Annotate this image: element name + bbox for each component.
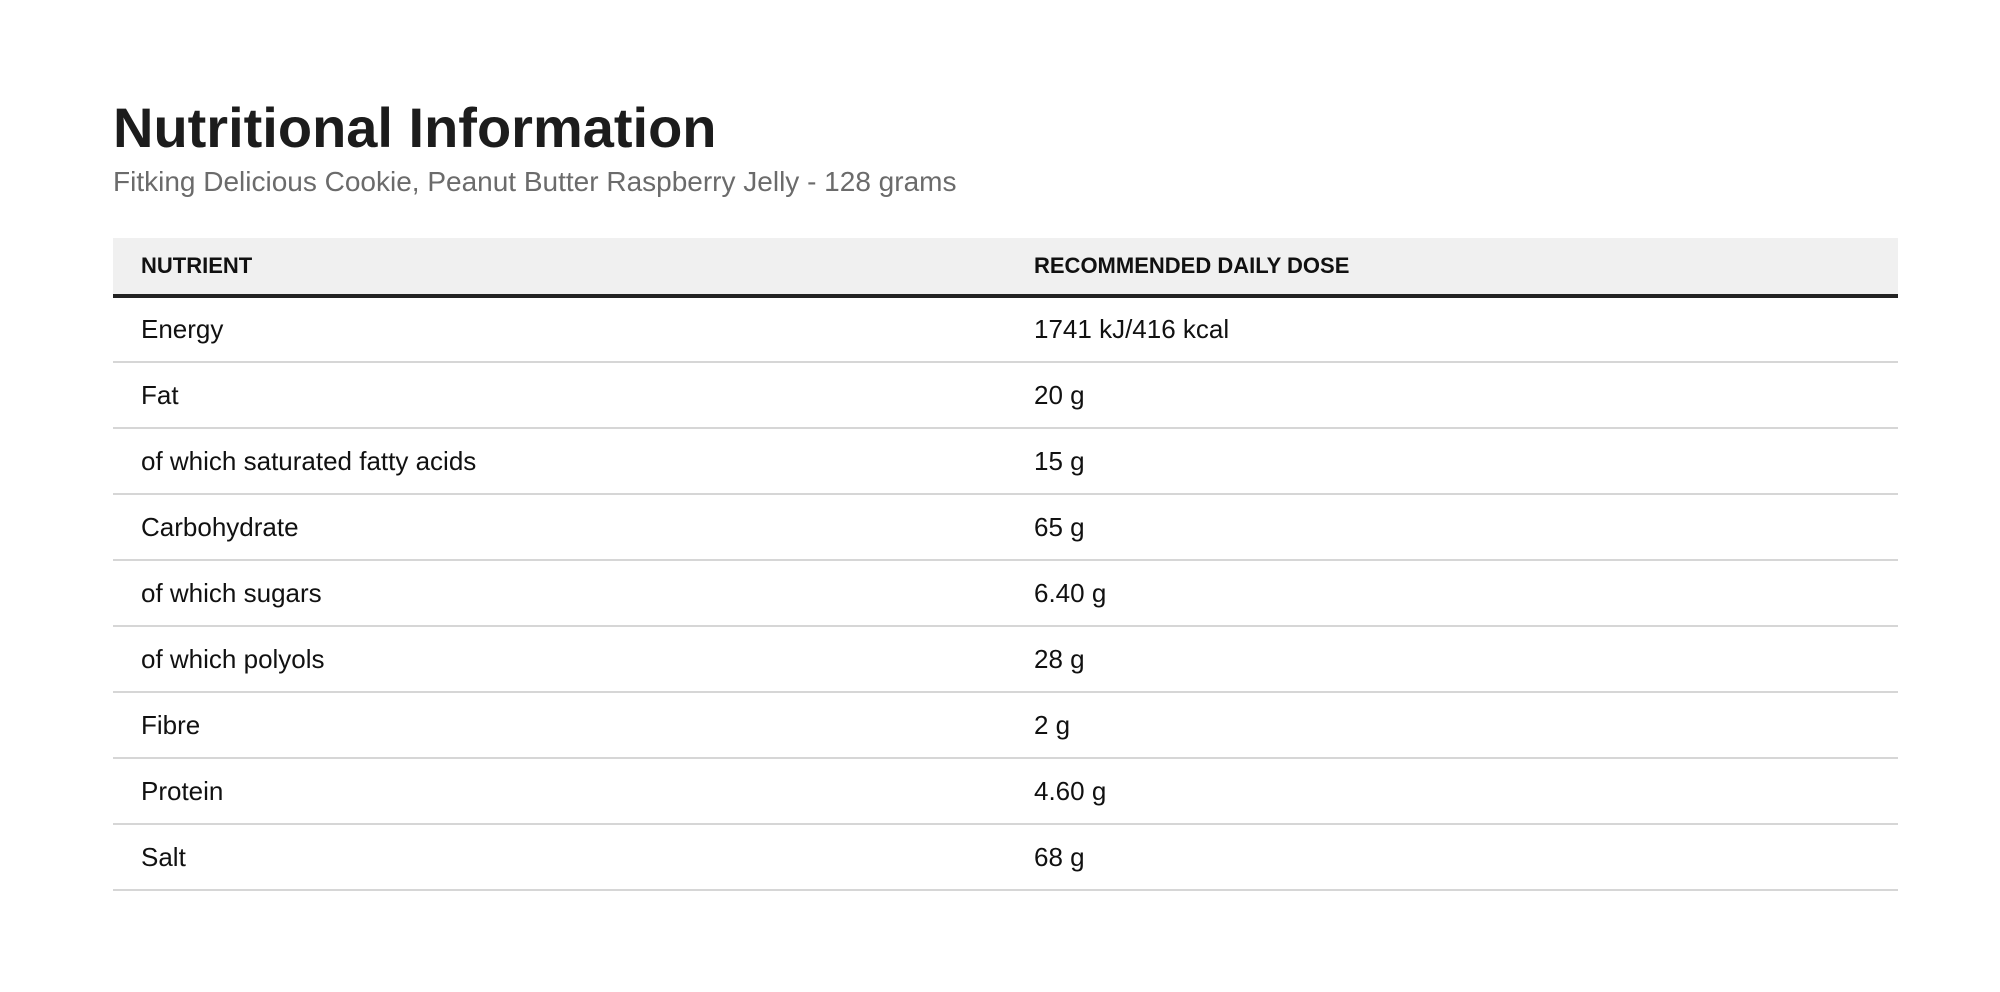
table-header-row: NUTRIENT RECOMMENDED DAILY DOSE	[113, 238, 1898, 298]
dose-cell: 28 g	[1006, 626, 1898, 693]
dose-cell: 2 g	[1006, 692, 1898, 759]
nutrient-cell: of which polyols	[113, 626, 1006, 693]
nutrient-cell: Protein	[113, 758, 1006, 825]
nutrition-page: Nutritional Information Fitking Deliciou…	[0, 0, 2000, 992]
page-title: Nutritional Information	[113, 96, 717, 159]
table-row: Fibre 2 g	[113, 692, 1898, 759]
dose-cell: 15 g	[1006, 428, 1898, 495]
nutrient-cell: of which saturated fatty acids	[113, 428, 1006, 495]
table-row: Carbohydrate 65 g	[113, 494, 1898, 561]
dose-cell: 68 g	[1006, 824, 1898, 891]
nutrient-cell: Energy	[113, 296, 1006, 363]
nutrient-cell: Fat	[113, 362, 1006, 429]
table-row: Salt 68 g	[113, 824, 1898, 891]
nutrition-table: NUTRIENT RECOMMENDED DAILY DOSE Energy 1…	[113, 238, 1898, 891]
table-header: NUTRIENT RECOMMENDED DAILY DOSE	[113, 238, 1898, 298]
table-row: Energy 1741 kJ/416 kcal	[113, 296, 1898, 363]
column-header-nutrient: NUTRIENT	[113, 238, 1006, 298]
table-row: of which sugars 6.40 g	[113, 560, 1898, 627]
nutrient-cell: Salt	[113, 824, 1006, 891]
column-header-dose: RECOMMENDED DAILY DOSE	[1006, 238, 1898, 298]
dose-cell: 20 g	[1006, 362, 1898, 429]
table-body: Energy 1741 kJ/416 kcal Fat 20 g of whic…	[113, 296, 1898, 891]
table-row: of which polyols 28 g	[113, 626, 1898, 693]
table-row: of which saturated fatty acids 15 g	[113, 428, 1898, 495]
dose-cell: 1741 kJ/416 kcal	[1006, 296, 1898, 363]
table-row: Protein 4.60 g	[113, 758, 1898, 825]
table-row: Fat 20 g	[113, 362, 1898, 429]
dose-cell: 6.40 g	[1006, 560, 1898, 627]
dose-cell: 4.60 g	[1006, 758, 1898, 825]
dose-cell: 65 g	[1006, 494, 1898, 561]
nutrient-cell: Carbohydrate	[113, 494, 1006, 561]
nutrient-cell: Fibre	[113, 692, 1006, 759]
nutrient-cell: of which sugars	[113, 560, 1006, 627]
product-subtitle: Fitking Delicious Cookie, Peanut Butter …	[113, 166, 957, 197]
